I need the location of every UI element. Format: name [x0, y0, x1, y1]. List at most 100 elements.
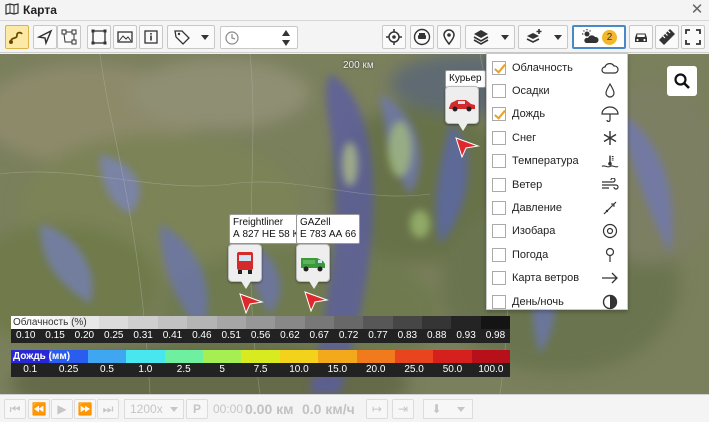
weather-menu-checkbox[interactable]: [492, 271, 506, 286]
vehicle-plate: Е 783 АА 66: [300, 229, 357, 240]
weather-layer-button[interactable]: 2: [572, 25, 626, 49]
step-to-end-button[interactable]: ⇥: [392, 399, 414, 419]
fullscreen-toggle-button[interactable]: [681, 25, 705, 49]
legend-color-swatch: [304, 316, 334, 329]
vehicle-marker-gazell[interactable]: [296, 244, 330, 289]
legend-value: 100.0: [478, 364, 504, 375]
weather-menu-checkbox[interactable]: [492, 201, 506, 216]
weather-menu-item[interactable]: Осадки: [487, 79, 627, 102]
weather-menu-label: Ветер: [512, 178, 543, 191]
wind-icon: [601, 176, 619, 194]
legend-color-swatch: [279, 350, 319, 363]
playback-speed-select[interactable]: 1200x: [124, 399, 184, 419]
weather-menu-label: Облачность: [512, 61, 573, 74]
weather-menu-item[interactable]: Снег: [487, 126, 627, 149]
geofence-button[interactable]: [437, 25, 461, 49]
weather-menu-label: Давление: [512, 202, 563, 215]
skip-to-start-button[interactable]: ⏮: [4, 399, 26, 419]
weather-menu-item[interactable]: Дождь: [487, 103, 627, 126]
weather-menu-item[interactable]: Облачность: [487, 56, 627, 79]
weather-menu-item[interactable]: Погода: [487, 243, 627, 266]
legend-color-swatch: [241, 350, 280, 363]
legend-color-swatch: [471, 350, 511, 363]
layers-dropdown-button[interactable]: [465, 25, 515, 49]
cloud-legend: Облачность (%) 0.10 0.15 0.20 0.25 0.31 0.41 0…: [11, 316, 511, 344]
legend-color-swatch: [187, 316, 217, 329]
weather-menu-item[interactable]: Ветер: [487, 173, 627, 196]
cloud-icon: [601, 59, 619, 77]
vehicle-label-gazell[interactable]: GAZell Е 783 АА 66: [296, 214, 361, 244]
weather-menu-label: Температура: [512, 155, 579, 168]
vehicle-name: GAZell: [300, 217, 331, 228]
select-area-button[interactable]: [87, 25, 111, 49]
vehicle-marker-courier[interactable]: [445, 86, 479, 131]
weather-menu-checkbox[interactable]: [492, 247, 506, 262]
legend-value: 0.25: [104, 330, 124, 341]
legend-color-swatch: [318, 350, 357, 363]
ruler-icon: [659, 29, 675, 45]
map-window: Карта ✕ 2 200 км Курьер Freightliner А 8…: [0, 0, 709, 422]
weather-menu-checkbox[interactable]: [492, 154, 506, 169]
rewind-button[interactable]: ⏪: [28, 399, 50, 419]
spinner-up-icon[interactable]: [282, 30, 290, 36]
playback-time: 00:00: [213, 402, 244, 416]
chevron-down-icon: [201, 34, 209, 40]
fast-forward-button[interactable]: ⏩: [74, 399, 96, 419]
weather-menu-item[interactable]: Давление: [487, 196, 627, 219]
weather-menu-checkbox[interactable]: [492, 294, 506, 309]
weather-menu-checkbox[interactable]: [492, 84, 506, 99]
red-car-icon: [449, 100, 475, 112]
car-icon: [635, 33, 647, 42]
weather-menu-item[interactable]: День/ночь: [487, 290, 627, 313]
legend-color-swatch: [99, 316, 129, 329]
legend-value: 0.56: [250, 330, 271, 341]
legend-value: 25.0: [404, 364, 424, 375]
parking-toggle-button[interactable]: P: [186, 399, 208, 419]
add-layer-dropdown-button[interactable]: [518, 25, 568, 49]
weather-menu-checkbox[interactable]: [492, 224, 506, 239]
legend-value: 0.10: [15, 330, 36, 341]
locate-button[interactable]: [382, 25, 406, 49]
rain-color-scale: [11, 350, 511, 363]
weather-menu-checkbox[interactable]: [492, 130, 506, 145]
map-search-button[interactable]: [667, 66, 697, 96]
weather-menu-label: Снег: [512, 131, 537, 144]
track-tool-button[interactable]: [5, 25, 29, 49]
info-button[interactable]: [139, 25, 163, 49]
weather-menu-checkbox[interactable]: [492, 60, 506, 75]
time-spinner[interactable]: [220, 26, 298, 49]
weather-menu-item[interactable]: Температура: [487, 150, 627, 173]
vehicle-button[interactable]: [629, 25, 653, 49]
step-into-button[interactable]: ↦: [366, 399, 388, 419]
ruler-button[interactable]: [655, 25, 679, 49]
legend-value: 0.77: [368, 330, 388, 341]
spinner-down-icon[interactable]: [282, 40, 290, 46]
legend-value: 0.31: [133, 330, 153, 341]
legend-color-swatch: [245, 316, 276, 329]
legend-color-swatch: [157, 316, 188, 329]
play-button[interactable]: ▶: [51, 399, 73, 419]
vehicle-label-freightliner[interactable]: Freightliner А 827 НЕ 58 К:: [229, 214, 306, 244]
vehicle-marker-freightliner[interactable]: [228, 244, 262, 289]
route-button[interactable]: [57, 25, 81, 49]
export-dropdown-button[interactable]: ⬇: [423, 399, 473, 419]
legend-color-swatch: [392, 316, 423, 329]
weather-menu-checkbox[interactable]: [492, 107, 506, 122]
legend-value: 0.88: [426, 330, 447, 341]
skip-to-end-button[interactable]: ⏭: [97, 399, 119, 419]
tags-dropdown-button[interactable]: [167, 25, 215, 49]
selection-square-icon: [91, 29, 107, 45]
image-button[interactable]: [113, 25, 137, 49]
weather-menu-checkbox[interactable]: [492, 177, 506, 192]
navigate-button[interactable]: [33, 25, 57, 49]
legend-value: 0.51: [221, 330, 241, 341]
vehicle-name: Курьер: [449, 73, 482, 84]
legend-color-swatch: [422, 316, 452, 329]
legend-value: 0.98: [485, 330, 506, 341]
weather-menu-item[interactable]: Изобара: [487, 220, 627, 243]
car-circle-icon: [413, 28, 431, 46]
vehicles-layer-button[interactable]: [410, 25, 434, 49]
weather-menu-item[interactable]: Карта ветров: [487, 267, 627, 290]
chevron-down-icon: [456, 406, 465, 412]
close-icon[interactable]: ✕: [689, 2, 705, 18]
